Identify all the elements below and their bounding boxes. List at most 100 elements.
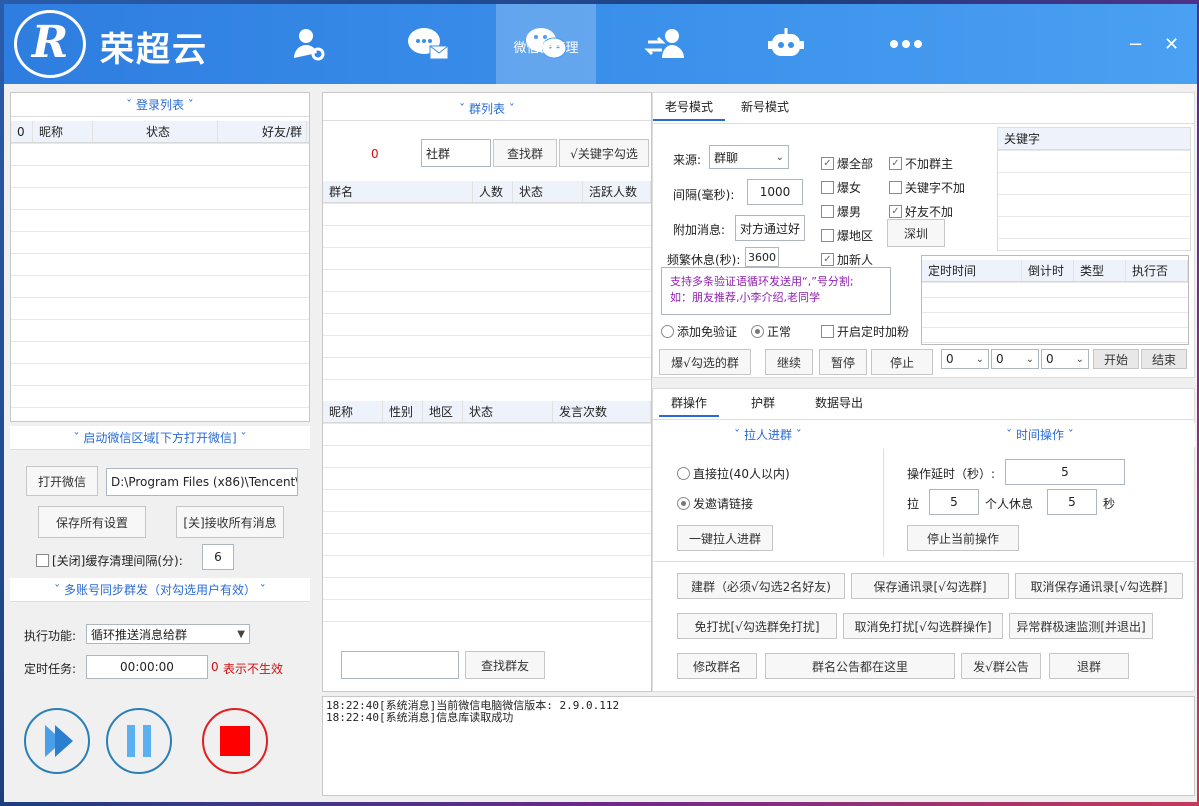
receive-messages-button[interactable]: [关]接收所有消息 (176, 506, 284, 538)
add-new-checkbox[interactable]: ✓ 加新人 (821, 251, 873, 268)
continue-button[interactable]: 继续 (765, 349, 813, 375)
radio-direct-pull[interactable]: 直接拉(40人以内) (677, 465, 790, 482)
post-announcement-button[interactable]: 发√群公告 (961, 653, 1041, 679)
extra-msg-input[interactable]: 对方通过好 (735, 215, 805, 241)
keyword-box[interactable]: 关键字 (997, 127, 1191, 251)
login-list-body[interactable] (11, 143, 309, 419)
cache-interval-input[interactable]: 6 (202, 544, 234, 570)
ops-panel: 群操作 护群 数据导出 ˇ 拉人进群 ˇ ˇ 时间操作 ˇ 直接拉(40人以内)… (652, 388, 1195, 692)
nav-robot[interactable] (736, 4, 836, 84)
timer-minute-select[interactable]: 0 ⌄ (991, 349, 1039, 369)
interval-input[interactable]: 1000 (747, 179, 803, 205)
no-owner-checkbox[interactable]: ✓ 不加群主 (889, 155, 953, 172)
tab-new-mode[interactable]: 新号模式 (729, 93, 801, 121)
find-group-button[interactable]: 查找群 (493, 139, 557, 167)
nav-user-settings[interactable] (258, 4, 358, 84)
stop-current-op-button[interactable]: 停止当前操作 (907, 525, 1019, 551)
col-index: 0 (11, 121, 33, 142)
close-button[interactable]: ✕ (1164, 34, 1179, 55)
cancel-save-contacts-button[interactable]: 取消保存通讯录[√勾选群] (1015, 573, 1183, 599)
col-speak-count: 发言次数 (553, 401, 651, 422)
timer-label: 定时任务: (24, 662, 77, 676)
radio-invite-link[interactable]: 发邀请链接 (677, 495, 753, 512)
log-line: 18:22:40[系统消息]信息库读取成功 (326, 711, 514, 724)
create-group-button[interactable]: 建群（必须√勾选2名好友) (677, 573, 845, 599)
timer-second-select[interactable]: 0 ⌄ (1041, 349, 1089, 369)
minimize-button[interactable]: − (1128, 34, 1143, 55)
radio-normal[interactable]: 正常 (751, 323, 791, 340)
stop-text-button[interactable]: 停止 (871, 349, 933, 375)
pull-into-group-button[interactable]: 一键拉人进群 (677, 525, 773, 551)
mute-button[interactable]: 免打扰[√勾选群免打扰] (677, 613, 837, 639)
member-search-input[interactable] (341, 651, 459, 679)
cache-clear-checkbox[interactable]: [关闭]缓存清理间隔(分): (36, 552, 183, 569)
start-wechat-title: ˇ 启动微信区域[下方打开微信] ˇ (10, 426, 310, 450)
pause-text-button[interactable]: 暂停 (819, 349, 867, 375)
nav-chat-mail[interactable] (378, 4, 478, 84)
open-wechat-button[interactable]: 打开微信 (26, 466, 98, 496)
main-frame: ˇ 登录列表 ˇ 0 昵称 状态 好友/群 ˇ 启动微信区域[下方打开微信] ˇ… (4, 84, 1197, 802)
timer-table[interactable]: 定时时间 倒计时 类型 执行否 (921, 255, 1189, 345)
announcement-button[interactable]: 群名公告都在这里 (765, 653, 955, 679)
find-member-button[interactable]: 查找群友 (465, 651, 545, 679)
checkbox-box (889, 181, 902, 194)
robot-icon (768, 28, 804, 56)
burst-all-checkbox[interactable]: ✓ 爆全部 (821, 155, 873, 172)
func-select[interactable]: 循环推送消息给群 ▼ (86, 624, 250, 644)
member-list-body[interactable] (323, 423, 651, 643)
group-search-input[interactable]: 社群 (421, 139, 491, 167)
burst-region-checkbox[interactable]: 爆地区 (821, 227, 873, 244)
col-member-count: 人数 (473, 181, 513, 202)
region-input[interactable]: 深圳 (887, 219, 945, 247)
radio-dot (751, 325, 764, 338)
abnormal-monitor-button[interactable]: 异常群极速监测[并退出] (1009, 613, 1153, 639)
keyword-skip-checkbox[interactable]: 关键字不加 (889, 179, 965, 196)
radio-free-verify[interactable]: 添加免验证 (661, 323, 737, 340)
log-panel[interactable]: 18:22:40[系统消息]当前微信电脑微信版本: 2.9.0.112 18:2… (322, 696, 1195, 796)
keyword-check-button[interactable]: √关键字勾选 (559, 139, 649, 167)
wechat-path-input[interactable]: D:\Program Files (x86)\Tencent\ (106, 468, 298, 496)
save-settings-button[interactable]: 保存所有设置 (38, 506, 146, 538)
rest-input[interactable]: 5 (1047, 489, 1097, 515)
freq-rest-input[interactable]: 3600 (745, 247, 779, 267)
timer-add-label: 开启定时加粉 (837, 325, 910, 339)
play-button[interactable] (24, 708, 90, 774)
timer-end-button[interactable]: 结束 (1141, 349, 1187, 369)
hint-box: 支持多条验证语循环发送用“,”号分割; 如：朋友推荐,小李介绍,老同学 (661, 267, 891, 315)
pause-button[interactable] (106, 708, 172, 774)
rest-label: 个人休息 (985, 497, 1034, 511)
friend-skip-checkbox[interactable]: ✓ 好友不加 (889, 203, 953, 220)
member-list-header: 昵称 性别 地区 状态 发言次数 (323, 401, 651, 423)
group-list-panel: ˇ 群列表 ˇ 0 社群 查找群 √关键字勾选 群名 人数 状态 活跃人数 昵称… (322, 92, 652, 692)
rename-group-button[interactable]: 修改群名 (677, 653, 757, 679)
burst-checked-button[interactable]: 爆√勾选的群 (659, 349, 751, 375)
burst-female-checkbox[interactable]: 爆女 (821, 179, 861, 196)
cancel-mute-button[interactable]: 取消免打扰[√勾选群操作] (843, 613, 1003, 639)
timer-start-button[interactable]: 开始 (1093, 349, 1139, 369)
timer-input[interactable]: 00:00:00 (86, 655, 208, 679)
timer-add-checkbox[interactable]: 开启定时加粉 (821, 323, 909, 340)
nav-more[interactable] (856, 4, 956, 84)
stop-icon (220, 726, 250, 756)
tab-old-mode[interactable]: 老号模式 (653, 93, 726, 121)
source-select-value: 群聊 (714, 150, 739, 165)
tab-data-export[interactable]: 数据导出 (803, 389, 875, 417)
pull-count-input[interactable]: 5 (929, 489, 979, 515)
group-list-body[interactable] (323, 203, 651, 399)
time-ops-title: ˇ 时间操作 ˇ (885, 423, 1195, 447)
nav-wechat-group[interactable]: 微信群管理 (496, 4, 596, 84)
quit-group-button[interactable]: 退群 (1049, 653, 1129, 679)
save-contacts-button[interactable]: 保存通讯录[√勾选群] (851, 573, 1009, 599)
timer-hour-select[interactable]: 0 ⌄ (941, 349, 989, 369)
burst-all-label: 爆全部 (837, 157, 874, 171)
tab-group-ops[interactable]: 群操作 (659, 389, 720, 417)
nav-users-transfer[interactable] (616, 4, 716, 84)
delay-input[interactable]: 5 (1005, 459, 1125, 485)
tab-guard-group[interactable]: 护群 (739, 389, 787, 417)
login-list-title: ˇ 登录列表 ˇ (11, 93, 309, 117)
timer-second-value: 0 (1046, 352, 1054, 366)
stop-button[interactable] (202, 708, 268, 774)
burst-male-checkbox[interactable]: 爆男 (821, 203, 861, 220)
source-select[interactable]: 群聊 ⌄ (709, 145, 789, 169)
col-nickname: 昵称 (33, 121, 93, 142)
